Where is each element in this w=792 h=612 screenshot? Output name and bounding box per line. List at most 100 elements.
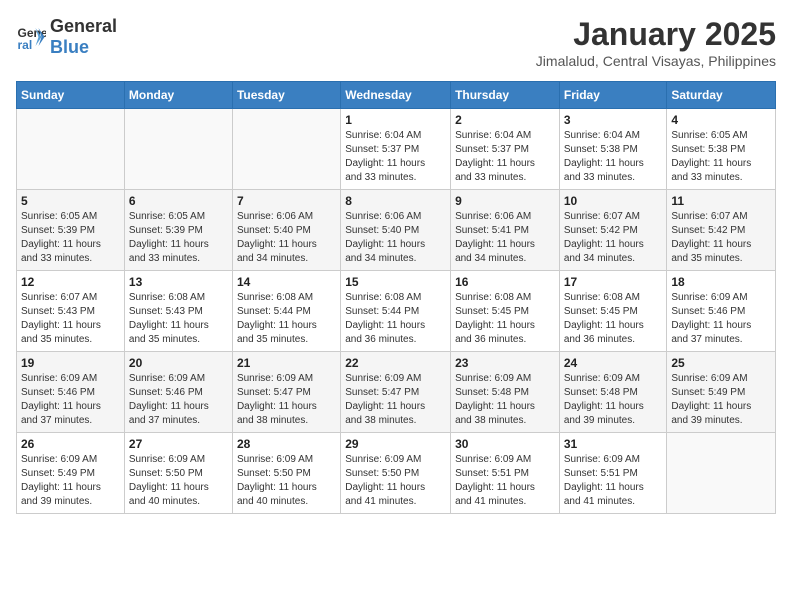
weekday-header-row: SundayMondayTuesdayWednesdayThursdayFrid… [17,82,776,109]
day-number: 13 [129,275,228,289]
calendar-week-row: 12 Sunrise: 6:07 AM Sunset: 5:43 PM Dayli… [17,271,776,352]
weekday-header-saturday: Saturday [667,82,776,109]
calendar-week-row: 5Sunrise: 6:05 AM Sunset: 5:39 PM Daylig… [17,190,776,271]
day-info: Sunrise: 6:09 AM Sunset: 5:49 PM Dayligh… [671,372,771,428]
day-number: 22 [345,356,446,370]
day-number: 18 [671,275,771,289]
calendar-cell: 22Sunrise: 6:09 AM Sunset: 5:47 PM Dayli… [341,352,451,433]
day-info: Sunrise: 6:07 AM Sunset: 5:42 PM Dayligh… [671,210,771,266]
day-info: Sunrise: 6:06 AM Sunset: 5:40 PM Dayligh… [237,210,336,266]
day-number: 7 [237,194,336,208]
day-info: Sunrise: 6:05 AM Sunset: 5:39 PM Dayligh… [21,210,120,266]
day-number: 14 [237,275,336,289]
day-number: 8 [345,194,446,208]
calendar-cell: 11 Sunrise: 6:07 AM Sunset: 5:42 PM Dayli… [667,190,776,271]
logo-blue: Blue [50,37,89,57]
day-number: 1 [345,113,446,127]
day-info: Sunrise: 6:09 AM Sunset: 5:51 PM Dayligh… [564,453,663,509]
day-info: Sunrise: 6:07 AM Sunset: 5:43 PM Dayligh… [21,291,120,347]
day-info: Sunrise: 6:09 AM Sunset: 5:50 PM Dayligh… [237,453,336,509]
day-number: 17 [564,275,663,289]
day-info: Sunrise: 6:09 AM Sunset: 5:50 PM Dayligh… [345,453,446,509]
calendar-cell: 8Sunrise: 6:06 AM Sunset: 5:40 PM Daylig… [341,190,451,271]
day-number: 20 [129,356,228,370]
logo: Gene ral General Blue [16,16,117,58]
calendar-cell: 19 Sunrise: 6:09 AM Sunset: 5:46 PM Dayli… [17,352,125,433]
day-number: 16 [455,275,555,289]
day-number: 12 [21,275,120,289]
calendar-cell: 7 Sunrise: 6:06 AM Sunset: 5:40 PM Daylig… [232,190,340,271]
day-info: Sunrise: 6:04 AM Sunset: 5:38 PM Dayligh… [564,129,663,185]
day-info: Sunrise: 6:08 AM Sunset: 5:44 PM Dayligh… [345,291,446,347]
calendar-cell: 3 Sunrise: 6:04 AM Sunset: 5:38 PM Daylig… [559,109,667,190]
weekday-header-tuesday: Tuesday [232,82,340,109]
day-number: 23 [455,356,555,370]
calendar-cell: 1 Sunrise: 6:04 AM Sunset: 5:37 PM Daylig… [341,109,451,190]
calendar-cell: 12 Sunrise: 6:07 AM Sunset: 5:43 PM Dayli… [17,271,125,352]
day-number: 11 [671,194,771,208]
calendar-cell: 24 Sunrise: 6:09 AM Sunset: 5:48 PM Dayli… [559,352,667,433]
location-title: Jimalalud, Central Visayas, Philippines [536,53,776,69]
svg-text:ral: ral [18,38,33,52]
page-header: Gene ral General Blue January 2025 Jimal… [16,16,776,69]
calendar-week-row: 1 Sunrise: 6:04 AM Sunset: 5:37 PM Daylig… [17,109,776,190]
day-info: Sunrise: 6:04 AM Sunset: 5:37 PM Dayligh… [345,129,446,185]
day-number: 4 [671,113,771,127]
logo-icon: Gene ral [16,22,46,52]
day-info: Sunrise: 6:09 AM Sunset: 5:46 PM Dayligh… [129,372,228,428]
calendar-cell: 10Sunrise: 6:07 AM Sunset: 5:42 PM Dayli… [559,190,667,271]
day-info: Sunrise: 6:06 AM Sunset: 5:41 PM Dayligh… [455,210,555,266]
day-info: Sunrise: 6:08 AM Sunset: 5:44 PM Dayligh… [237,291,336,347]
logo-general: General [50,16,117,36]
weekday-header-wednesday: Wednesday [341,82,451,109]
day-number: 31 [564,437,663,451]
calendar-cell: 16 Sunrise: 6:08 AM Sunset: 5:45 PM Dayli… [451,271,560,352]
day-info: Sunrise: 6:08 AM Sunset: 5:43 PM Dayligh… [129,291,228,347]
weekday-header-friday: Friday [559,82,667,109]
calendar-cell: 13 Sunrise: 6:08 AM Sunset: 5:43 PM Dayli… [124,271,232,352]
day-info: Sunrise: 6:09 AM Sunset: 5:46 PM Dayligh… [671,291,771,347]
day-number: 25 [671,356,771,370]
day-info: Sunrise: 6:05 AM Sunset: 5:38 PM Dayligh… [671,129,771,185]
calendar-table: SundayMondayTuesdayWednesdayThursdayFrid… [16,81,776,514]
day-info: Sunrise: 6:08 AM Sunset: 5:45 PM Dayligh… [564,291,663,347]
day-info: Sunrise: 6:08 AM Sunset: 5:45 PM Dayligh… [455,291,555,347]
day-number: 26 [21,437,120,451]
day-number: 2 [455,113,555,127]
day-info: Sunrise: 6:09 AM Sunset: 5:51 PM Dayligh… [455,453,555,509]
calendar-cell: 15 Sunrise: 6:08 AM Sunset: 5:44 PM Dayli… [341,271,451,352]
calendar-cell: 2 Sunrise: 6:04 AM Sunset: 5:37 PM Daylig… [451,109,560,190]
day-number: 10 [564,194,663,208]
calendar-cell: 21Sunrise: 6:09 AM Sunset: 5:47 PM Dayli… [232,352,340,433]
calendar-cell: 17 Sunrise: 6:08 AM Sunset: 5:45 PM Dayli… [559,271,667,352]
day-number: 15 [345,275,446,289]
calendar-cell: 6Sunrise: 6:05 AM Sunset: 5:39 PM Daylig… [124,190,232,271]
day-number: 30 [455,437,555,451]
weekday-header-monday: Monday [124,82,232,109]
day-info: Sunrise: 6:04 AM Sunset: 5:37 PM Dayligh… [455,129,555,185]
day-info: Sunrise: 6:05 AM Sunset: 5:39 PM Dayligh… [129,210,228,266]
weekday-header-thursday: Thursday [451,82,560,109]
calendar-week-row: 19 Sunrise: 6:09 AM Sunset: 5:46 PM Dayli… [17,352,776,433]
calendar-cell [17,109,125,190]
day-number: 19 [21,356,120,370]
calendar-cell: 30 Sunrise: 6:09 AM Sunset: 5:51 PM Dayli… [451,433,560,514]
calendar-cell: 20 Sunrise: 6:09 AM Sunset: 5:46 PM Dayli… [124,352,232,433]
calendar-cell: 18 Sunrise: 6:09 AM Sunset: 5:46 PM Dayli… [667,271,776,352]
day-info: Sunrise: 6:09 AM Sunset: 5:46 PM Dayligh… [21,372,120,428]
day-info: Sunrise: 6:09 AM Sunset: 5:48 PM Dayligh… [564,372,663,428]
calendar-cell: 28Sunrise: 6:09 AM Sunset: 5:50 PM Dayli… [232,433,340,514]
day-info: Sunrise: 6:09 AM Sunset: 5:49 PM Dayligh… [21,453,120,509]
title-block: January 2025 Jimalalud, Central Visayas,… [536,16,776,69]
calendar-cell: 5Sunrise: 6:05 AM Sunset: 5:39 PM Daylig… [17,190,125,271]
calendar-cell: 27Sunrise: 6:09 AM Sunset: 5:50 PM Dayli… [124,433,232,514]
calendar-cell [232,109,340,190]
calendar-cell: 31 Sunrise: 6:09 AM Sunset: 5:51 PM Dayli… [559,433,667,514]
weekday-header-sunday: Sunday [17,82,125,109]
calendar-cell: 25 Sunrise: 6:09 AM Sunset: 5:49 PM Dayli… [667,352,776,433]
day-number: 24 [564,356,663,370]
day-number: 3 [564,113,663,127]
calendar-week-row: 26 Sunrise: 6:09 AM Sunset: 5:49 PM Dayli… [17,433,776,514]
day-info: Sunrise: 6:09 AM Sunset: 5:48 PM Dayligh… [455,372,555,428]
calendar-cell: 29Sunrise: 6:09 AM Sunset: 5:50 PM Dayli… [341,433,451,514]
